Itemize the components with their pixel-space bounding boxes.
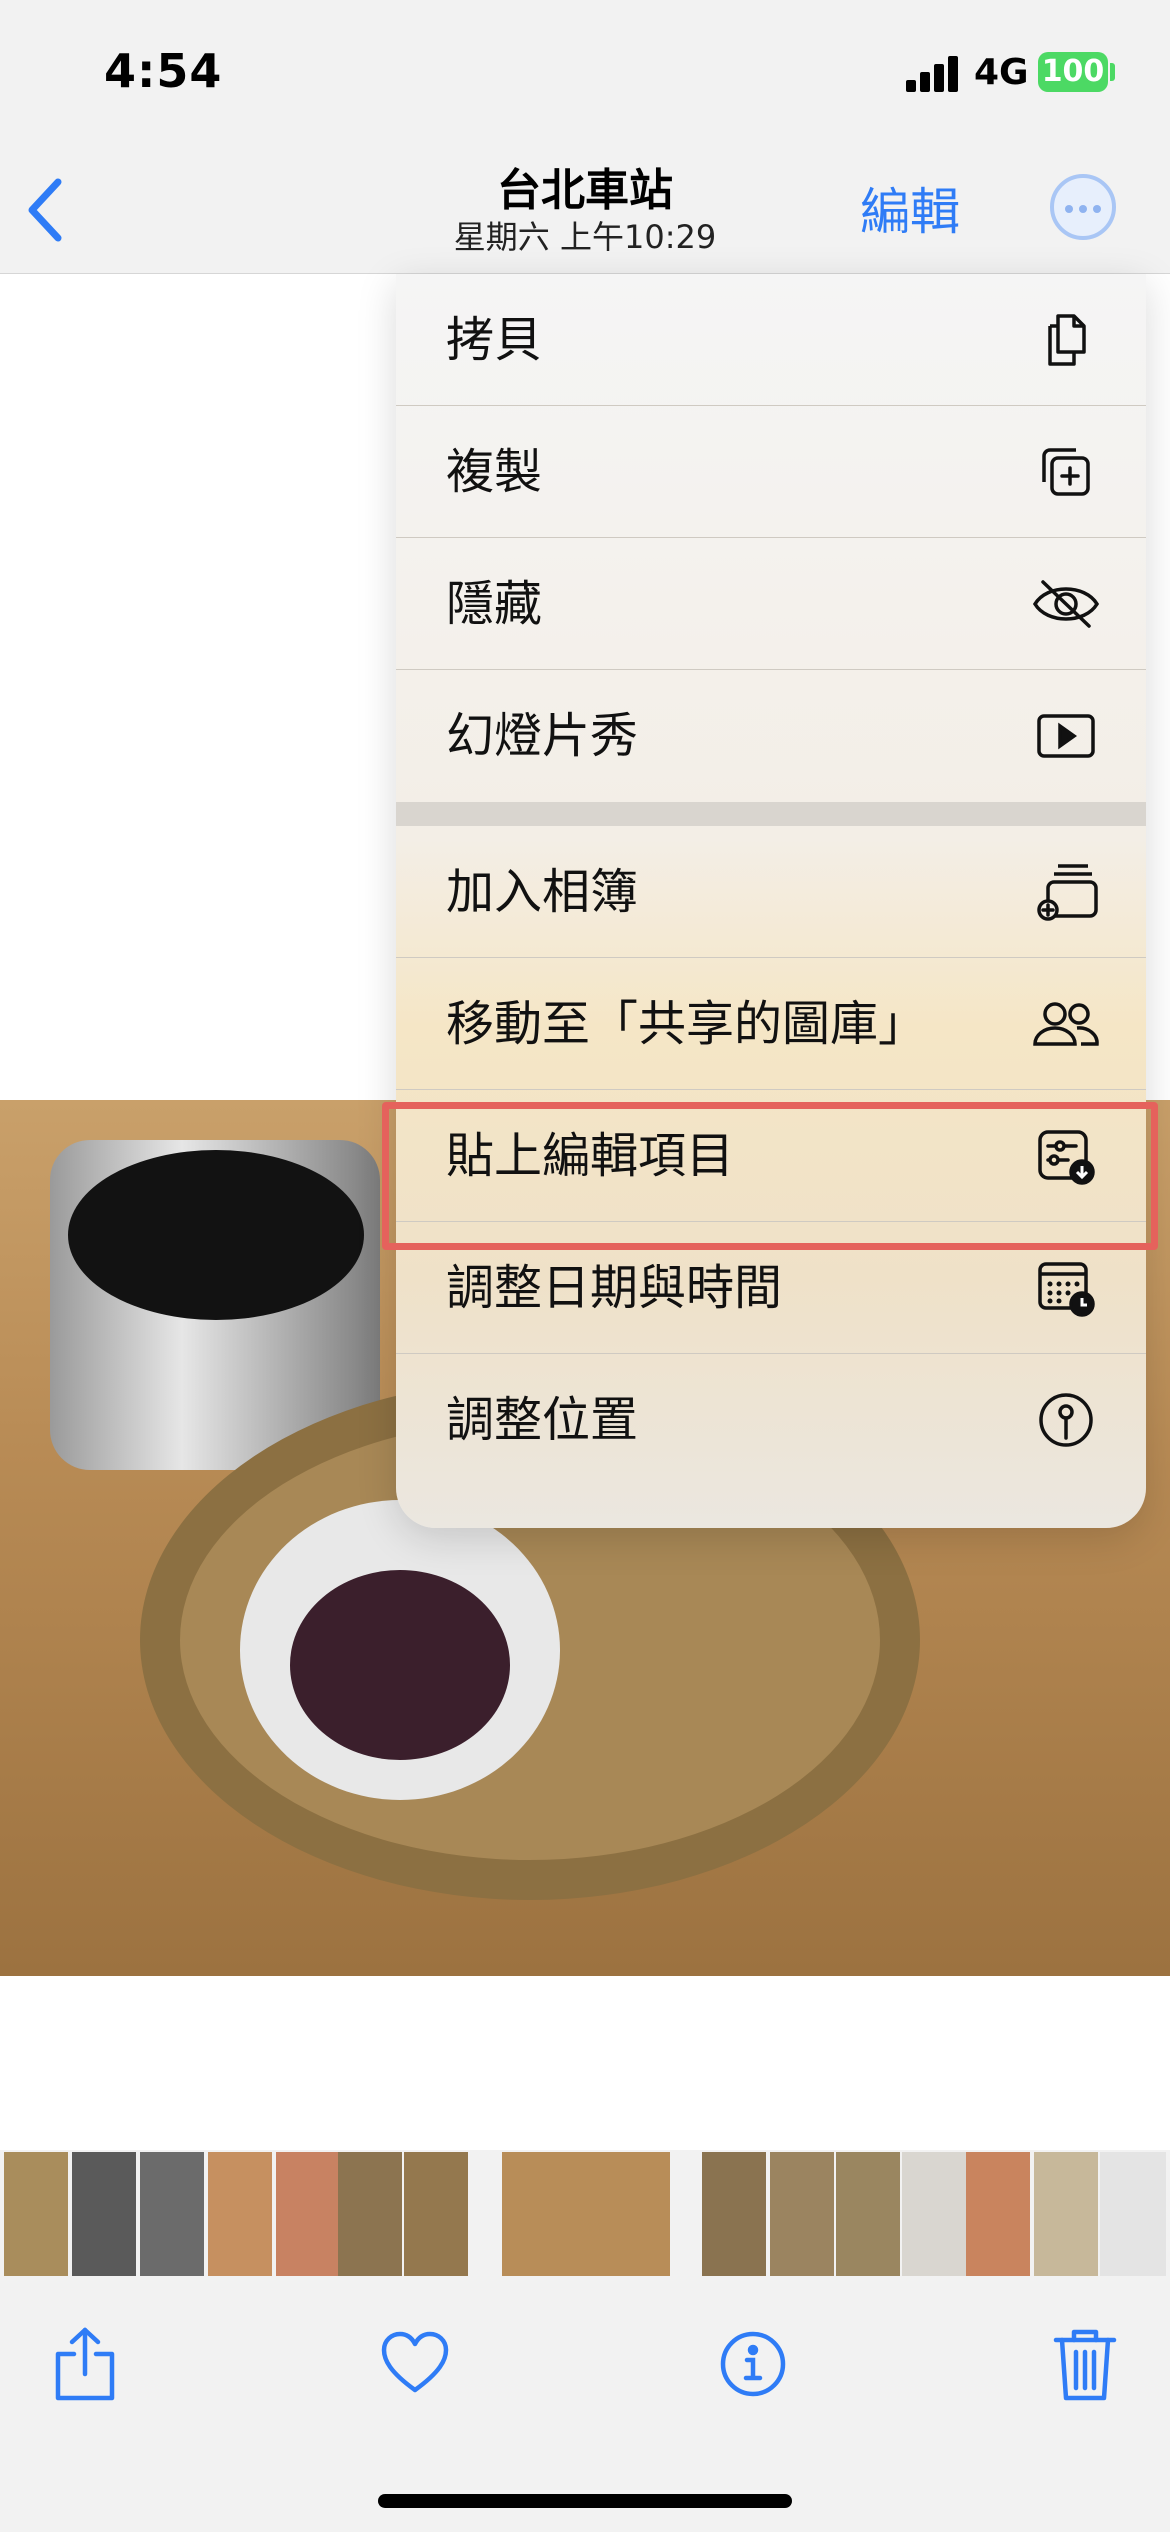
menu-item-label: 拷貝 — [446, 312, 543, 368]
menu-item-duplicate[interactable]: 複製 — [396, 406, 1146, 538]
thumbnail[interactable] — [966, 2152, 1030, 2276]
calendar-clock-icon — [1036, 1258, 1096, 1318]
duplicate-icon — [1036, 442, 1096, 502]
thumbnail[interactable] — [276, 2152, 340, 2276]
thumbnail-current[interactable] — [502, 2152, 670, 2276]
photo-drink — [68, 1150, 364, 1320]
menu-item-label: 複製 — [446, 444, 543, 500]
thumbnail[interactable] — [338, 2152, 402, 2276]
menu-item-label: 移動至「共享的圖庫」 — [446, 996, 927, 1052]
menu-item-slideshow[interactable]: 幻燈片秀 — [396, 670, 1146, 802]
thumbnail[interactable] — [770, 2152, 834, 2276]
highlight-annotation — [382, 1102, 1158, 1250]
menu-item-move-shared-library[interactable]: 移動至「共享的圖庫」 — [396, 958, 1146, 1090]
play-rectangle-icon — [1036, 706, 1096, 766]
battery-nub — [1110, 63, 1115, 81]
copy-icon — [1036, 310, 1096, 370]
photo-red-beans — [290, 1570, 510, 1760]
thumbnail[interactable] — [72, 2152, 136, 2276]
menu-item-label: 調整位置 — [446, 1392, 639, 1448]
people-icon — [1031, 994, 1101, 1054]
add-to-album-icon — [1036, 862, 1098, 922]
menu-item-label: 幻燈片秀 — [446, 708, 639, 764]
menu-item-label: 加入相簿 — [446, 864, 639, 920]
menu-separator — [396, 802, 1146, 826]
location-pin-icon — [1036, 1390, 1096, 1450]
thumbnail-strip[interactable] — [0, 2150, 1170, 2278]
cellular-signal-icon — [906, 56, 958, 92]
nav-bar: 台北車站 星期六 上午10:29 編輯 — [0, 140, 1170, 274]
thumbnail[interactable] — [902, 2152, 966, 2276]
menu-item-hide[interactable]: 隱藏 — [396, 538, 1146, 670]
network-type: 4G — [974, 52, 1029, 93]
menu-item-adjust-location[interactable]: 調整位置 — [396, 1354, 1146, 1486]
page-title: 台北車站 — [497, 165, 673, 216]
menu-item-label: 隱藏 — [446, 576, 543, 632]
thumbnail[interactable] — [702, 2152, 766, 2276]
bottom-toolbar — [0, 2278, 1170, 2532]
menu-item-copy[interactable]: 拷貝 — [396, 274, 1146, 406]
status-bar: 4:54 4G 100 — [0, 0, 1170, 140]
eye-slash-icon — [1031, 574, 1101, 634]
status-time: 4:54 — [104, 44, 223, 98]
thumbnail[interactable] — [140, 2152, 204, 2276]
thumbnail[interactable] — [404, 2152, 468, 2276]
trash-icon[interactable] — [1050, 2324, 1120, 2404]
home-indicator — [378, 2494, 792, 2508]
heart-icon[interactable] — [380, 2324, 450, 2404]
thumbnail[interactable] — [208, 2152, 272, 2276]
info-circle-icon[interactable] — [718, 2324, 788, 2404]
share-icon[interactable] — [50, 2324, 120, 2404]
page-subtitle: 星期六 上午10:29 — [453, 218, 717, 256]
thumbnail[interactable] — [4, 2152, 68, 2276]
edit-button[interactable]: 編輯 — [860, 172, 960, 244]
chevron-left-icon[interactable] — [20, 170, 72, 250]
battery-icon: 100 — [1038, 52, 1108, 92]
thumbnail[interactable] — [1034, 2152, 1098, 2276]
menu-item-add-to-album[interactable]: 加入相簿 — [396, 826, 1146, 958]
ellipsis-circle-icon[interactable] — [1050, 174, 1116, 240]
thumbnail[interactable] — [836, 2152, 900, 2276]
context-menu: 拷貝 複製 隱藏 幻燈片秀 加入相簿 移動至「共享的圖庫」 貼上編輯項目 調整日… — [396, 274, 1146, 1528]
thumbnail[interactable] — [1100, 2152, 1166, 2276]
